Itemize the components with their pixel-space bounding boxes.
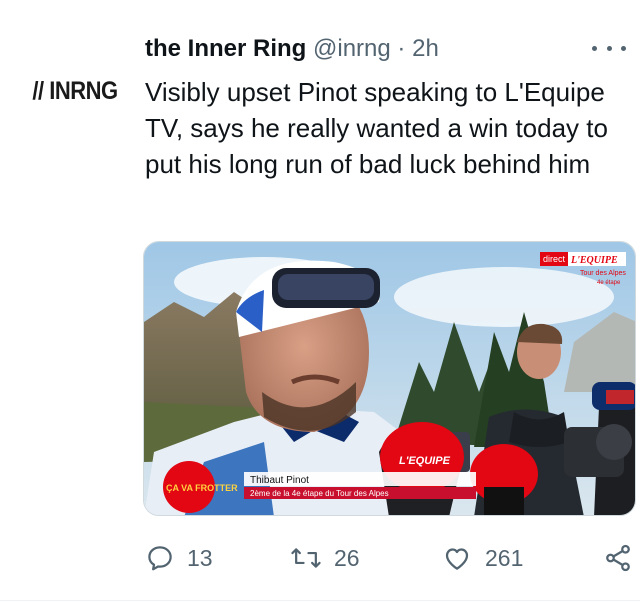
retweet-icon <box>291 548 321 568</box>
svg-text:ÇA VA FROTTER: ÇA VA FROTTER <box>166 483 238 493</box>
retweet-button[interactable]: 26 <box>290 540 360 576</box>
svg-text:4e étape: 4e étape <box>597 280 621 286</box>
tweet-text: Visibly upset Pinot speaking to L'Equipe… <box>145 77 608 179</box>
header-separator: · <box>397 35 406 62</box>
avatar-logo: // INRNG <box>32 76 118 105</box>
video-frame: L'EQUIPE ÇA VA FROTTER direct L'EQUIPE T… <box>144 242 635 515</box>
like-icon <box>445 548 469 570</box>
svg-text:Tour des Alpes: Tour des Alpes <box>580 270 626 277</box>
share-button[interactable] <box>603 540 640 576</box>
user-handle[interactable]: @inrng <box>313 35 391 62</box>
lower-third: Thibaut Pinot 2ème de la 4e étape du Tou… <box>244 472 476 499</box>
svg-text:direct: direct <box>543 254 566 264</box>
like-count: 261 <box>485 544 524 571</box>
tweet-header: the Inner Ring @inrng · 2h <box>145 34 580 64</box>
microphone-label: L'EQUIPE <box>399 455 451 467</box>
svg-text:Thibaut Pinot: Thibaut Pinot <box>250 475 309 486</box>
action-bar: 13 26 261 <box>145 540 635 576</box>
reply-button[interactable]: 13 <box>145 540 213 576</box>
more-icon[interactable] <box>592 38 626 58</box>
tweet-media[interactable]: L'EQUIPE ÇA VA FROTTER direct L'EQUIPE T… <box>143 241 636 516</box>
tweet: // INRNG the Inner Ring @inrng · 2h Visi… <box>0 0 640 604</box>
timestamp[interactable]: 2h <box>412 35 439 62</box>
bottom-divider <box>0 600 640 601</box>
svg-text:2ème de la 4e étape du Tour de: 2ème de la 4e étape du Tour des Alpes <box>250 489 389 498</box>
reply-count: 13 <box>187 544 213 571</box>
avatar[interactable]: // INRNG <box>20 36 130 146</box>
svg-text:L'EQUIPE: L'EQUIPE <box>570 255 618 266</box>
share-icon <box>606 544 630 572</box>
like-button[interactable]: 261 <box>441 540 523 576</box>
retweet-count: 26 <box>334 544 360 571</box>
reply-icon <box>148 546 172 571</box>
display-name[interactable]: the Inner Ring <box>145 35 306 62</box>
